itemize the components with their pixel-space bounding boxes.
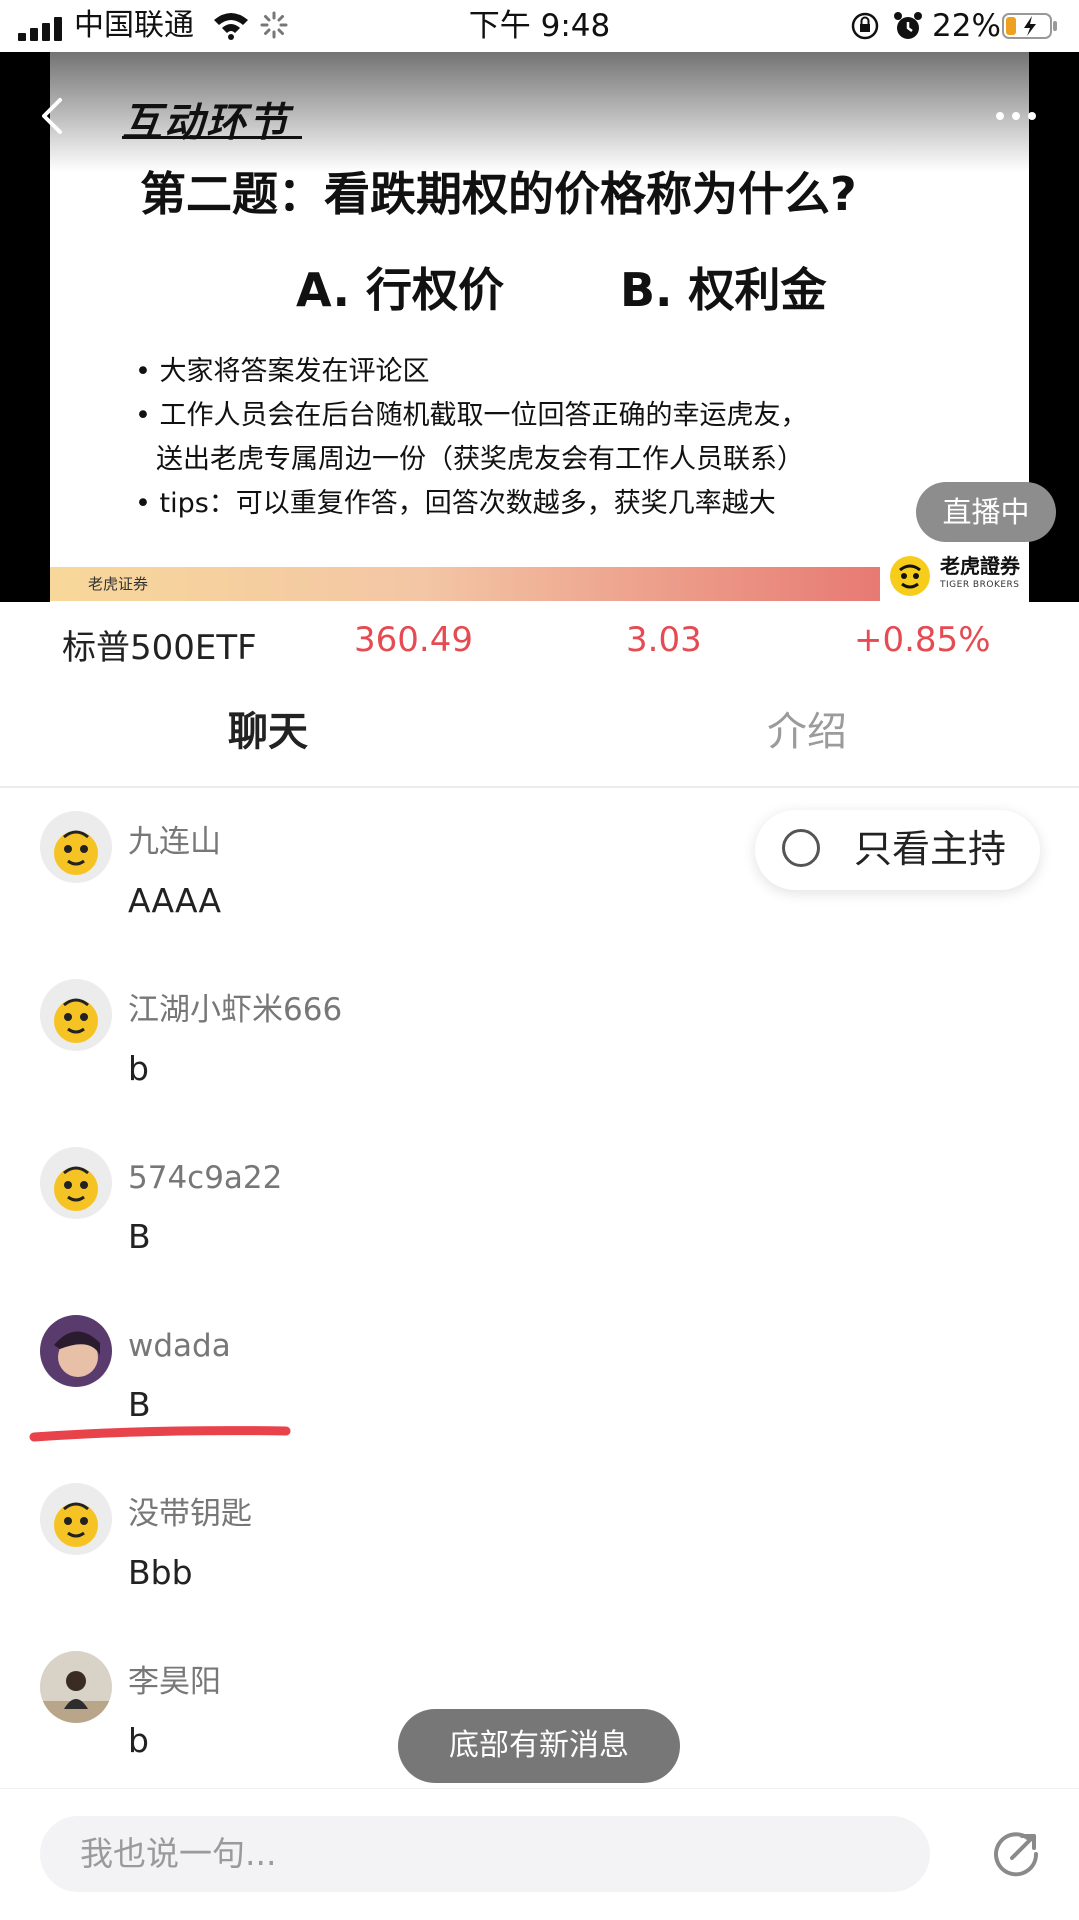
slide-title: 互动环节 [122, 100, 290, 146]
avatar[interactable] [40, 979, 112, 1051]
slide-title-underline [122, 136, 302, 139]
message-text: B [128, 1217, 151, 1256]
new-messages-button[interactable]: 底部有新消息 [398, 1709, 680, 1783]
avatar[interactable] [40, 811, 112, 883]
message-username: 李昊阳 [128, 1664, 221, 1700]
message-username: 没带钥匙 [128, 1496, 252, 1532]
tiger-avatar-icon [40, 1483, 112, 1555]
back-icon[interactable] [36, 94, 66, 138]
ticker-percent: +0.85% [854, 620, 991, 660]
live-badge: 直播中 [916, 482, 1056, 542]
status-bar: 中国联通 下午 9:48 22% [0, 0, 1079, 52]
avatar[interactable] [40, 1651, 112, 1723]
message-text: AAAA [128, 881, 222, 920]
tiger-avatar-icon [40, 811, 112, 883]
red-underline-annotation [29, 1426, 291, 1442]
slide-option-a: A. 行权价 [296, 263, 504, 317]
tab-bar: 聊天 介绍 [0, 680, 1079, 788]
battery-icon [1002, 13, 1057, 39]
share-icon[interactable] [990, 1828, 1042, 1880]
stock-ticker[interactable]: 标普500ETF 360.49 3.03 +0.85% [0, 602, 1079, 680]
message-username: 江湖小虾米666 [128, 992, 343, 1028]
message-text: b [128, 1721, 149, 1760]
tiger-avatar-icon [40, 979, 112, 1051]
message-username: wdada [128, 1328, 231, 1364]
brand-subtitle: TIGER BROKERS [940, 580, 1020, 590]
avatar[interactable] [40, 1483, 112, 1555]
slide-bullet: • 大家将答案发在评论区 [135, 356, 430, 387]
message-username: 九连山 [128, 824, 221, 860]
slide-footer-bar [50, 567, 880, 601]
slide-bullets: • 大家将答案发在评论区 • 工作人员会在后台随机截取一位回答正确的幸运虎友， … [135, 350, 855, 526]
alarm-icon [894, 12, 922, 39]
tiger-logo-icon [890, 556, 930, 596]
slide-question: 第二题：看跌期权的价格称为什么? [140, 167, 857, 221]
ticker-price: 360.49 [354, 620, 473, 660]
avatar[interactable] [40, 1147, 112, 1219]
slide-bullet: • 工作人员会在后台随机截取一位回答正确的幸运虎友， [135, 400, 808, 431]
ticker-name: 标普500ETF [62, 628, 257, 668]
tab-chat[interactable]: 聊天 [228, 704, 308, 760]
host-only-radio[interactable] [782, 829, 820, 867]
host-only-label: 只看主持 [854, 827, 1007, 871]
message-text: b [128, 1049, 149, 1088]
tab-intro[interactable]: 介绍 [767, 704, 847, 760]
ticker-change: 3.03 [626, 620, 702, 660]
photo-avatar-icon [40, 1315, 112, 1387]
slide-bullet: 送出老虎专属周边一份（获奖虎友会有工作人员联系） [156, 444, 804, 475]
slide-footer-text: 老虎证券 [88, 575, 149, 593]
tiger-avatar-icon [40, 1147, 112, 1219]
live-video-player[interactable]: 互动环节 第二题：看跌期权的价格称为什么? A. 行权价 B. 权利金 • 大家… [0, 52, 1079, 602]
message-text: Bbb [128, 1553, 193, 1592]
comment-input[interactable]: 我也说一句... [40, 1816, 930, 1892]
more-icon[interactable] [994, 106, 1038, 126]
brand-name: 老虎證券 [940, 554, 1020, 578]
slide-bullet: • tips：可以重复作答，回答次数越多，获奖几率越大 [135, 488, 776, 519]
photo-avatar-icon [40, 1651, 112, 1723]
battery-percent: 22% [932, 8, 1001, 44]
chat-list[interactable] [0, 788, 1079, 1788]
message-username: 574c9a22 [128, 1160, 283, 1196]
slide-option-b: B. 权利金 [620, 263, 827, 317]
avatar[interactable] [40, 1315, 112, 1387]
orientation-lock-icon [851, 12, 879, 40]
